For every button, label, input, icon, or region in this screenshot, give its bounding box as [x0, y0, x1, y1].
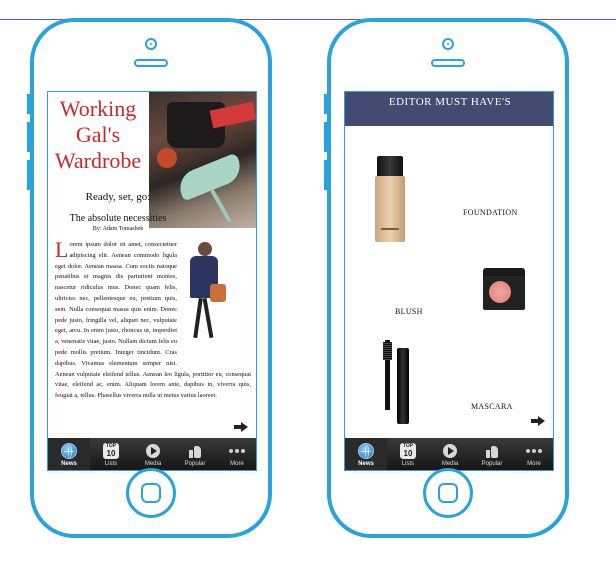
tab-popular-label: Popular [481, 461, 503, 467]
globe-icon [61, 443, 77, 459]
mascara-label[interactable]: MASCARA [471, 402, 513, 411]
blush-image[interactable] [483, 268, 525, 310]
tab-media[interactable]: Media [132, 438, 174, 470]
next-arrow-icon[interactable] [531, 416, 545, 426]
tab-news[interactable]: News [48, 438, 90, 470]
foundation-label[interactable]: FOUNDATION [463, 208, 518, 217]
drop-cap: L [55, 237, 69, 262]
more-dots-icon [229, 449, 245, 453]
tab-popular[interactable]: Popular [174, 438, 216, 470]
blush-label[interactable]: BLUSH [395, 307, 423, 316]
tab-news-label: News [358, 461, 374, 467]
tab-more-label: More [230, 461, 244, 467]
play-icon [146, 444, 160, 458]
home-button[interactable] [126, 468, 176, 518]
volume-down-button-left [27, 160, 31, 190]
foundation-image[interactable] [373, 156, 407, 246]
thumbs-up-icon [189, 444, 201, 458]
tab-media[interactable]: Media [429, 438, 471, 470]
mascara-image[interactable] [383, 340, 413, 426]
speaker-grille [431, 59, 465, 67]
tab-bar: News TOP 10 Lists Media Popular More [345, 438, 553, 470]
tab-lists[interactable]: TOP 10 Lists [90, 438, 132, 470]
article-subtitle: Ready, set, go: [85, 191, 151, 203]
hero-image [149, 92, 256, 228]
volume-button-right [324, 94, 328, 114]
tab-news[interactable]: News [345, 438, 387, 470]
tab-bar: News TOP 10 Lists Media Popular More [48, 438, 256, 470]
tab-media-label: Media [144, 461, 162, 467]
next-arrow-icon[interactable] [234, 422, 248, 432]
phone-frame-left: Working Gal's Wardrobe Ready, set, go: T… [27, 18, 272, 538]
tab-more[interactable]: More [216, 438, 256, 470]
article-byline: By: Adam Tomashek [92, 226, 144, 232]
editor-header: EDITOR MUST HAVE'S [345, 92, 553, 126]
more-dots-icon [526, 449, 542, 453]
tab-popular-label: Popular [184, 461, 206, 467]
volume-button-left [27, 94, 31, 114]
editor-screen: EDITOR MUST HAVE'S FOUNDATION BLUSH MASC… [344, 91, 554, 471]
fashion-sketch-image [180, 236, 252, 356]
volume-down-button-right [324, 160, 328, 190]
globe-icon [358, 443, 374, 459]
tab-more[interactable]: More [513, 438, 553, 470]
tab-news-label: News [61, 461, 77, 467]
thumbs-up-icon [486, 444, 498, 458]
tab-more-label: More [527, 461, 541, 467]
tab-lists-label: Lists [401, 461, 415, 467]
tab-lists[interactable]: TOP 10 Lists [387, 438, 429, 470]
article-subtitle-2: The absolute necessities [69, 213, 167, 224]
phone-frame-right: EDITOR MUST HAVE'S FOUNDATION BLUSH MASC… [324, 18, 569, 538]
article-title: Working Gal's Wardrobe [54, 96, 142, 173]
home-button[interactable] [423, 468, 473, 518]
tab-lists-label: Lists [104, 461, 118, 467]
article-screen: Working Gal's Wardrobe Ready, set, go: T… [47, 91, 257, 471]
camera-icon [145, 38, 157, 50]
top10-icon: TOP 10 [103, 443, 119, 459]
camera-icon [442, 38, 454, 50]
volume-up-button-left [27, 122, 31, 152]
top10-icon: TOP 10 [400, 443, 416, 459]
tab-media-label: Media [441, 461, 459, 467]
volume-up-button-right [324, 122, 328, 152]
speaker-grille [134, 59, 168, 67]
tab-popular[interactable]: Popular [471, 438, 513, 470]
play-icon [443, 444, 457, 458]
